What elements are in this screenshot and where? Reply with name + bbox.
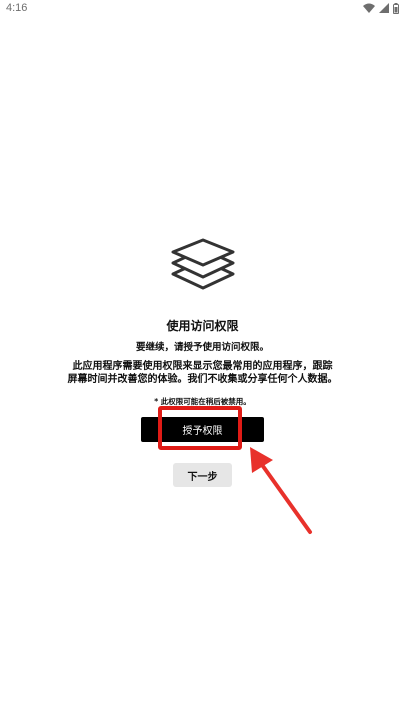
grant-permission-button[interactable]: 授予权限	[141, 417, 264, 442]
page-title: 使用访问权限	[166, 319, 239, 333]
layers-stack-icon	[170, 238, 236, 290]
description: 此应用程序需要使用权限来显示您最常用的应用程序，跟踪 屏幕时间并改善您的体验。我…	[0, 360, 405, 386]
status-bar: 4:16	[0, 0, 405, 18]
subtitle: 要继续，请授予使用访问权限。	[135, 342, 269, 353]
description-line: 屏幕时间并改善您的体验。我们不收集或分享任何个人数据。	[67, 374, 338, 385]
status-icons	[363, 2, 399, 14]
cellular-signal-icon	[379, 3, 389, 13]
permission-note: * 此权限可能在稍后被禁用。	[154, 397, 251, 406]
description-line: 此应用程序需要使用权限来显示您最常用的应用程序，跟踪	[72, 361, 333, 372]
status-time: 4:16	[6, 2, 28, 14]
next-step-button[interactable]: 下一步	[173, 463, 232, 487]
wifi-icon	[363, 3, 375, 13]
battery-icon	[393, 2, 399, 14]
